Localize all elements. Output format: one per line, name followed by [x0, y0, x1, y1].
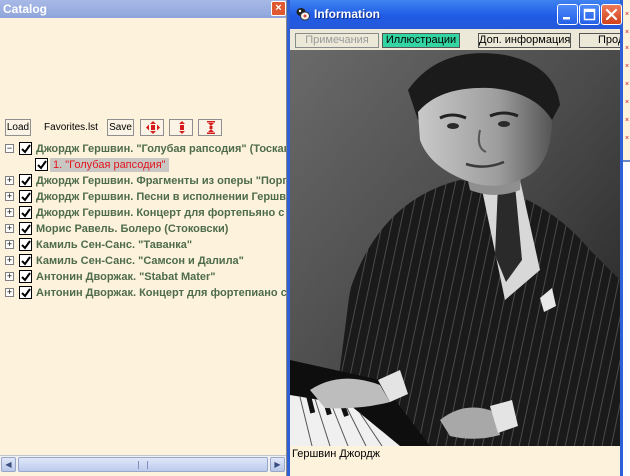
expand-icon[interactable]: +	[5, 288, 14, 297]
tree-item[interactable]: + Камиль Сен-Санс. "Таванка"	[0, 237, 286, 253]
checkmark-icon	[21, 192, 31, 202]
scrollbar-thumb[interactable]	[18, 457, 268, 472]
maximize-button[interactable]	[579, 4, 600, 25]
background-window-edge: × × × × × × × ×	[622, 0, 630, 160]
catalog-title: Catalog	[3, 2, 48, 16]
tree-item-label: Антонин Дворжак. "Stabat Mater"	[36, 271, 216, 283]
checkmark-icon	[21, 240, 31, 250]
checkmark-icon	[21, 208, 31, 218]
tree-item[interactable]: + Антонин Дворжак. Концерт для фортепиано…	[0, 285, 287, 301]
item-checkbox[interactable]	[19, 174, 32, 187]
checkmark-icon	[37, 160, 47, 170]
minimize-button[interactable]	[557, 4, 578, 25]
information-title: Information	[314, 7, 380, 21]
item-checkbox[interactable]	[19, 254, 32, 267]
item-checkbox[interactable]	[19, 286, 32, 299]
tree-item[interactable]: + Джордж Гершвин. Концерт для фортепьяно …	[0, 205, 286, 221]
maximize-icon	[583, 8, 596, 21]
collapse-button[interactable]	[198, 119, 222, 136]
tree-item[interactable]: + Антонин Дворжак. "Stabat Mater"	[0, 269, 286, 285]
expand-icon[interactable]: +	[5, 224, 14, 233]
tab-notes[interactable]: Примечания	[295, 33, 379, 48]
checkmark-icon	[21, 224, 31, 234]
desktop: × × × × × × × × Catalog × Load Favorites.lst …	[0, 0, 630, 476]
expand-icon[interactable]: +	[5, 256, 14, 265]
tree-child-item[interactable]: 1. "Голубая рапсодия"	[0, 157, 286, 173]
close-icon	[605, 8, 618, 21]
tree-item[interactable]: + Морис Равель. Болеро (Стоковски)	[0, 221, 286, 237]
checkmark-icon	[21, 272, 31, 282]
tree-item[interactable]: − Джордж Гершвин. "Голубая рапсодия" (Тос…	[0, 141, 287, 157]
scroll-right-icon[interactable]: ▶	[270, 457, 285, 472]
save-button[interactable]: Save	[107, 119, 134, 136]
portrait-illustration	[290, 50, 620, 446]
tree-item[interactable]: + Камиль Сен-Санс. "Самсон и Далила"	[0, 253, 286, 269]
tree-item-label: Джордж Гершвин. Песни в исполнении Гершв…	[36, 191, 287, 203]
move-arrows-icon	[146, 121, 160, 134]
catalog-title-bar[interactable]: Catalog ×	[0, 0, 286, 18]
tree-item-label: Джордж Гершвин. Фрагменты из оперы "Порг…	[36, 175, 287, 187]
tree-item[interactable]: + Джордж Гершвин. Песни в исполнении Герш…	[0, 189, 287, 205]
expand-icon[interactable]: +	[5, 208, 14, 217]
tree-item-label: 1. "Голубая рапсодия"	[50, 158, 169, 172]
information-window: Information Примечания Иллюстрации Доп. …	[287, 0, 623, 476]
checkmark-icon	[21, 256, 31, 266]
tab-illustrations[interactable]: Иллюстрации	[382, 33, 460, 48]
checkmark-icon	[21, 176, 31, 186]
portrait-photo	[290, 50, 620, 446]
move-all-button[interactable]	[140, 119, 164, 136]
collapse-arrows-icon	[207, 121, 215, 134]
catalog-close-icon[interactable]: ×	[271, 1, 286, 16]
minimize-icon	[563, 17, 570, 20]
tree-item-label: Камиль Сен-Санс. "Таванка"	[36, 239, 193, 251]
catalog-horizontal-scrollbar[interactable]: ◀ ▶	[0, 455, 286, 472]
information-title-bar[interactable]: Information	[290, 0, 622, 29]
tree-item[interactable]: + Джордж Гершвин. Фрагменты из оперы "Пор…	[0, 173, 287, 189]
item-checkbox[interactable]	[19, 206, 32, 219]
playlist-file-name: Favorites.lst	[44, 122, 98, 133]
tree-item-label: Джордж Гершвин. Концерт для фортепьяно с…	[36, 207, 286, 219]
expand-icon[interactable]: +	[5, 272, 14, 281]
checkmark-icon	[21, 144, 31, 154]
move-vertical-button[interactable]	[169, 119, 193, 136]
grip-icon	[138, 461, 148, 469]
item-checkbox[interactable]	[19, 142, 32, 155]
checkmark-icon	[21, 288, 31, 298]
tree-item-label: Камиль Сен-Санс. "Самсон и Далила"	[36, 255, 244, 267]
up-down-arrows-icon	[179, 121, 185, 134]
load-button[interactable]: Load	[5, 119, 31, 136]
item-checkbox[interactable]	[19, 238, 32, 251]
item-checkbox[interactable]	[19, 190, 32, 203]
expand-icon[interactable]: +	[5, 176, 14, 185]
expand-icon[interactable]: +	[5, 192, 14, 201]
item-checkbox[interactable]	[35, 158, 48, 171]
item-checkbox[interactable]	[19, 270, 32, 283]
catalog-tree: − Джордж Гершвин. "Голубая рапсодия" (Тос…	[0, 139, 287, 455]
app-icon	[296, 8, 310, 21]
collapse-icon[interactable]: −	[5, 144, 14, 153]
photo-caption: Гершвин Джордж	[290, 446, 620, 476]
item-checkbox[interactable]	[19, 222, 32, 235]
tree-item-label: Антонин Дворжак. Концерт для фортепиано …	[36, 287, 287, 299]
expand-icon[interactable]: +	[5, 240, 14, 249]
catalog-window: Catalog × Load Favorites.lst Save − Джор…	[0, 0, 287, 476]
tree-item-label: Джордж Гершвин. "Голубая рапсодия" (Тоск…	[36, 143, 287, 155]
tab-continuation[interactable]: Продолжение	[579, 33, 620, 48]
information-tabs: Примечания Иллюстрации Доп. информация П…	[290, 29, 620, 50]
catalog-empty-area	[0, 18, 286, 118]
close-button[interactable]	[601, 4, 622, 25]
scroll-left-icon[interactable]: ◀	[1, 457, 16, 472]
tree-item-label: Морис Равель. Болеро (Стоковски)	[36, 223, 229, 235]
tab-extra-info[interactable]: Доп. информация	[478, 33, 571, 48]
catalog-toolbar: Load Favorites.lst Save	[0, 118, 286, 138]
